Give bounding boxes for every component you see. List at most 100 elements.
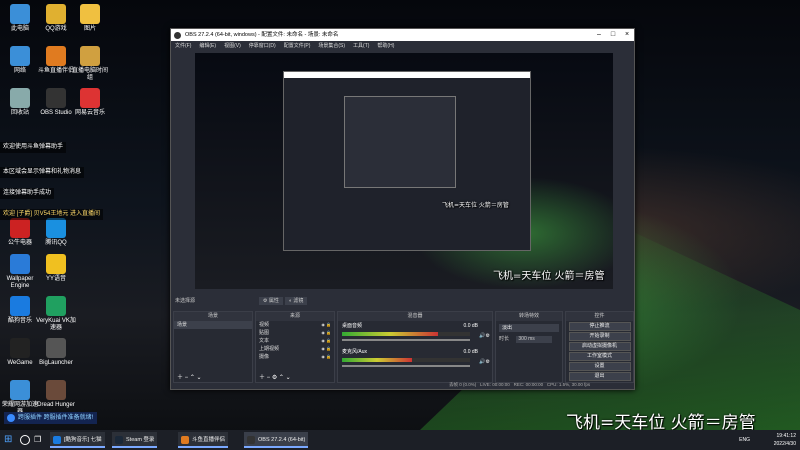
control-button[interactable]: 设置 [568,362,631,371]
desktop-icon[interactable]: 图片 [70,4,110,33]
control-button[interactable]: 启动虚拟摄像机 [568,342,631,351]
app-icon [80,88,100,108]
visibility-lock-icon[interactable]: ◉ 🔒 [321,345,331,353]
app-icon [10,380,30,400]
app-icon [46,46,66,66]
desktop-icon-label: Dread Hunger [37,402,75,408]
sources-list: 视频 ◉ 🔒 贴图 ◉ 🔒 文本 ◉ 🔒 上期视频 ◉ 🔒 摄像 ◉ 🔒 [256,321,334,361]
obs-menubar: 文件(F) 编辑(E) 视图(V) 停靠窗口(D) 配置文件(P) 场景集合(S) 工具(T… [171,41,634,51]
status-bar: 丢帧 0 (0.0%) LIVE: 00:00:00 REC: 00:00:00… [449,382,591,387]
search-icon[interactable] [20,435,30,445]
taskbar-app[interactable]: [酷狗音乐] 七猫 [50,432,105,448]
source-item[interactable]: 摄像 ◉ 🔒 [256,353,334,361]
transitions-dock-title: 转场特效 [496,312,562,321]
chat-line: 连接弹幕助手成功 [0,188,55,199]
track-name: 桌面音频 [342,323,363,329]
obs-preview[interactable]: 飞机=天车位 火箭＝房管 飞机=天车位 火箭＝房管 [195,53,613,289]
menu-item[interactable]: 编辑(E) [199,43,216,49]
desktop-icon-label: 此电脑 [10,26,29,32]
scene-controls[interactable]: ＋ − ⌃ ⌄ [177,372,202,381]
volume-slider[interactable] [342,339,470,341]
menu-item[interactable]: 工具(T) [353,43,369,49]
source-item[interactable]: 视频 ◉ 🔒 [256,321,334,329]
mute-icon[interactable]: 🔊⚙ [479,333,490,340]
menu-item[interactable]: 视图(V) [224,43,241,49]
desktop-icon-label: VeryKuai VK加速器 [36,318,76,331]
taskbar-app[interactable]: OBS 27.2.4 (64-bit) [244,432,309,448]
control-button[interactable]: 开始录制 [568,332,631,341]
taskbar-app-icon [115,436,123,444]
transition-select[interactable]: 淡出 [499,324,559,332]
nested-preview: 飞机=天车位 火箭＝房管 [283,71,531,251]
menu-item[interactable]: 帮助(H) [377,43,394,49]
app-icon [46,88,66,108]
desktop-icon[interactable]: YY语音 [36,254,76,283]
track-db: 0.0 dB [463,349,478,355]
desktop-icon-label: 公牛电器 [7,240,32,246]
clock-date[interactable]: 2022/4/30 [774,440,796,448]
desktop-icon-label: Wallpaper Engine [6,276,34,289]
menu-item[interactable]: 停靠窗口(D) [249,43,276,49]
track-db: 0.0 dB [463,323,478,329]
scene-item[interactable]: 场景 [174,321,252,329]
control-button[interactable]: 工作室模式 [568,352,631,361]
clock-time[interactable]: 19:41:12 [774,432,796,440]
task-view-icon[interactable]: ❐ [34,432,41,448]
desktop-icon[interactable]: WeGame [0,338,40,367]
visibility-lock-icon[interactable]: ◉ 🔒 [321,337,331,345]
mute-icon[interactable]: 🔊⚙ [479,359,490,366]
source-item[interactable]: 文本 ◉ 🔒 [256,337,334,345]
desktop-icon[interactable]: 网易云音乐 [70,88,110,117]
app-icon [10,338,30,358]
source-item[interactable]: 上期视频 ◉ 🔒 [256,345,334,353]
mixer-track: 桌面音频 0.0 dB 🔊⚙ [338,321,492,347]
app-icon [10,46,30,66]
filters-button[interactable]: ◐ 滤镜 [285,297,308,305]
start-icon[interactable]: ⊞ [4,432,12,448]
taskbar-app[interactable]: Steam 登录 [112,432,158,448]
menu-item[interactable]: 文件(F) [175,43,191,49]
app-icon [10,88,30,108]
desktop-icon[interactable]: 回收站 [0,88,40,117]
visibility-lock-icon[interactable]: ◉ 🔒 [321,353,331,361]
menu-item[interactable]: 场景集合(S) [318,43,345,49]
desktop-icon[interactable]: Dread Hunger [36,380,76,409]
controls-dock-title: 控件 [566,312,633,321]
minimize-icon[interactable]: – [592,29,606,41]
plugin-banner: 跨服插件 跨服插件准备就绪! [4,412,98,424]
transitions-dock: 转场特效 淡出 时长 300 ms [495,311,563,383]
desktop-icon[interactable]: BigLauncher [36,338,76,367]
duration-input[interactable]: 300 ms [516,336,553,343]
source-item[interactable]: 贴图 ◉ 🔒 [256,329,334,337]
source-controls[interactable]: ＋ − ⚙ ⌃ ⌄ [259,372,291,381]
desktop-icon[interactable]: 腾讯QQ [36,218,76,247]
desktop-icon[interactable]: 此电脑 [0,4,40,33]
obs-window[interactable]: OBS 27.2.4 (64-bit, windows) - 配置文件: 未命名… [170,28,635,390]
language-indicator[interactable]: ENG [739,436,750,444]
control-button[interactable]: 停止推流 [568,322,631,331]
obs-titlebar[interactable]: OBS 27.2.4 (64-bit, windows) - 配置文件: 未命名… [171,29,634,41]
sources-dock: 来源 视频 ◉ 🔒 贴图 ◉ 🔒 文本 ◉ 🔒 上期视频 ◉ 🔒 摄像 ◉ 🔒 ＋ − ⚙ ⌃ ⌄ [255,311,335,383]
desktop-icon[interactable]: 直播电脑时间组 [70,46,110,82]
visibility-lock-icon[interactable]: ◉ 🔒 [321,329,331,337]
level-meter [342,332,470,336]
volume-slider[interactable] [342,365,470,367]
close-icon[interactable]: × [620,29,634,41]
desktop-icon[interactable]: 公牛电器 [0,218,40,247]
desktop-icon[interactable]: VeryKuai VK加速器 [36,296,76,332]
mixer-dock-title: 混音器 [338,312,492,321]
app-icon [46,380,66,400]
desktop-icon-label: QQ游戏 [45,26,67,32]
desktop-icon[interactable]: 荣耀网游加速器 [0,380,40,416]
desktop-icon[interactable]: 酷狗音乐 [0,296,40,325]
desktop-icon-label: 腾讯QQ [45,240,67,246]
menu-item[interactable]: 配置文件(P) [284,43,311,49]
desktop-icon[interactable]: 网络 [0,46,40,75]
maximize-icon[interactable]: □ [606,29,620,41]
desktop-icon[interactable]: Wallpaper Engine [0,254,40,290]
taskbar-app[interactable]: 斗鱼直播伴侣 [178,432,229,448]
visibility-lock-icon[interactable]: ◉ 🔒 [321,321,331,329]
mixer-dock: 混音器 桌面音频 0.0 dB 🔊⚙ 麦克风/Aux 0.0 dB 🔊⚙ [337,311,493,383]
control-button[interactable]: 退出 [568,372,631,381]
properties-button[interactable]: ⚙ 属性 [259,297,283,305]
